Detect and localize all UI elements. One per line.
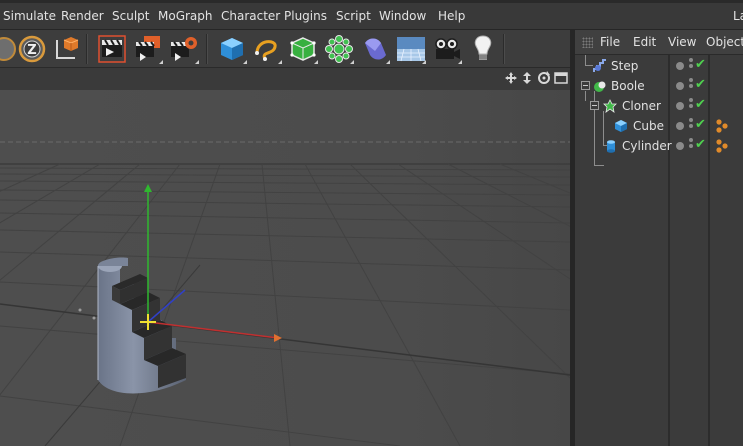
om-menu-view[interactable]: View: [668, 35, 696, 49]
object-row-cloner[interactable]: Cloner ✔: [575, 96, 743, 116]
object-name[interactable]: Cube: [633, 119, 664, 133]
menu-character[interactable]: Character: [221, 9, 280, 23]
enabled-checkmark[interactable]: ✔: [695, 57, 706, 72]
submenu-corner: [243, 60, 247, 64]
editor-visibility-dots[interactable]: [689, 138, 693, 154]
tree-line: [594, 165, 604, 166]
render-view-icon: [96, 33, 128, 65]
menu-help[interactable]: Help: [438, 9, 465, 23]
toolbar-separator: [503, 34, 505, 64]
om-menu-edit[interactable]: Edit: [633, 35, 656, 49]
object-name[interactable]: Cloner: [622, 99, 661, 113]
editor-visibility-dots[interactable]: [689, 118, 693, 134]
3d-viewport[interactable]: [0, 68, 570, 446]
submenu-corner: [422, 60, 426, 64]
submenu-corner: [278, 60, 282, 64]
dolly-view-icon: [520, 71, 534, 85]
step-effector-icon: [593, 59, 607, 73]
world-coordinates-icon: [50, 33, 82, 65]
main-menu-bar: Simulate Render Sculpt MoGraph Character…: [0, 0, 743, 30]
object-row-cube[interactable]: Cube ✔: [575, 116, 743, 136]
viewport-header: [0, 68, 570, 90]
enabled-checkmark[interactable]: ✔: [695, 137, 706, 152]
toolbar-separator: [206, 34, 208, 64]
array-button[interactable]: [323, 33, 355, 65]
main-toolbar: Z: [0, 30, 575, 68]
menu-mograph[interactable]: MoGraph: [158, 9, 213, 23]
editor-visibility-dots[interactable]: [689, 78, 693, 94]
object-manager-menu-bar: File Edit View Objects: [575, 30, 743, 55]
render-view-button[interactable]: [96, 33, 128, 65]
render-visibility-dot[interactable]: [676, 82, 684, 90]
object-name[interactable]: Step: [611, 59, 638, 73]
menu-plugins[interactable]: Plugins: [284, 9, 327, 23]
coordinate-system-button[interactable]: [50, 33, 82, 65]
scene-marker: [92, 316, 96, 320]
scene-marker: [78, 308, 82, 312]
toolbar-separator: [86, 34, 88, 64]
menu-simulate[interactable]: Simulate: [3, 9, 56, 23]
panel-grip-icon[interactable]: [582, 37, 593, 48]
spline-tool-button[interactable]: [251, 33, 283, 65]
dolly-view-button[interactable]: [520, 71, 534, 85]
toggle-panel-button[interactable]: [554, 71, 568, 85]
object-name[interactable]: Cylinder: [622, 139, 672, 153]
deformer-button[interactable]: [359, 33, 391, 65]
phong-tag-icon[interactable]: [714, 138, 730, 154]
object-list: Step ✔ Boole ✔ Cloner ✔ Cube ✔ Cylinder …: [575, 55, 743, 446]
submenu-corner: [314, 60, 318, 64]
object-row-cylinder[interactable]: Cylinder ✔: [575, 136, 743, 156]
toggle-panel-icon: [554, 71, 568, 85]
render-settings-button[interactable]: [168, 33, 200, 65]
environment-button[interactable]: [395, 33, 427, 65]
cube-primitive-button[interactable]: [216, 33, 248, 65]
cloner-icon: [603, 99, 617, 113]
submenu-corner: [350, 60, 354, 64]
submenu-corner: [386, 60, 390, 64]
move-view-button[interactable]: [504, 71, 518, 85]
svg-text:Z: Z: [27, 43, 36, 58]
render-visibility-dot[interactable]: [676, 142, 684, 150]
cylinder-object-icon: [604, 139, 618, 153]
object-manager: File Edit View Objects Step ✔: [575, 30, 743, 446]
cube-object-icon: [614, 119, 628, 133]
rotate-view-icon: [537, 71, 551, 85]
submenu-corner: [159, 60, 163, 64]
menu-render[interactable]: Render: [61, 9, 104, 23]
object-row-step[interactable]: Step ✔: [575, 56, 743, 76]
om-menu-file[interactable]: File: [600, 35, 620, 49]
move-view-icon: [504, 71, 518, 85]
menu-sculpt[interactable]: Sculpt: [112, 9, 149, 23]
menu-window[interactable]: Window: [379, 9, 426, 23]
layout-label[interactable]: La: [733, 9, 743, 23]
viewport-scene[interactable]: [0, 90, 570, 446]
enabled-checkmark[interactable]: ✔: [695, 117, 706, 132]
rotate-view-button[interactable]: [537, 71, 551, 85]
render-picture-viewer-button[interactable]: [132, 33, 164, 65]
z-axis-button[interactable]: Z: [16, 33, 48, 65]
enabled-checkmark[interactable]: ✔: [695, 77, 706, 92]
phong-tag-icon[interactable]: [714, 118, 730, 134]
render-visibility-dot[interactable]: [676, 62, 684, 70]
submenu-corner: [458, 60, 462, 64]
boole-icon: [593, 79, 607, 93]
menu-script[interactable]: Script: [336, 9, 371, 23]
generator-button[interactable]: [287, 33, 319, 65]
submenu-corner: [195, 60, 199, 64]
light-button[interactable]: [467, 33, 499, 65]
enabled-checkmark[interactable]: ✔: [695, 97, 706, 112]
editor-visibility-dots[interactable]: [689, 98, 693, 114]
editor-visibility-dots[interactable]: [689, 58, 693, 74]
window-top-strip: [0, 0, 743, 3]
om-menu-objects[interactable]: Objects: [706, 35, 743, 49]
z-axis-lock-icon: Z: [16, 33, 48, 65]
render-visibility-dot[interactable]: [676, 102, 684, 110]
object-row-boole[interactable]: Boole ✔: [575, 76, 743, 96]
camera-button[interactable]: [431, 33, 463, 65]
render-visibility-dot[interactable]: [676, 122, 684, 130]
light-icon: [467, 33, 499, 65]
object-name[interactable]: Boole: [611, 79, 645, 93]
